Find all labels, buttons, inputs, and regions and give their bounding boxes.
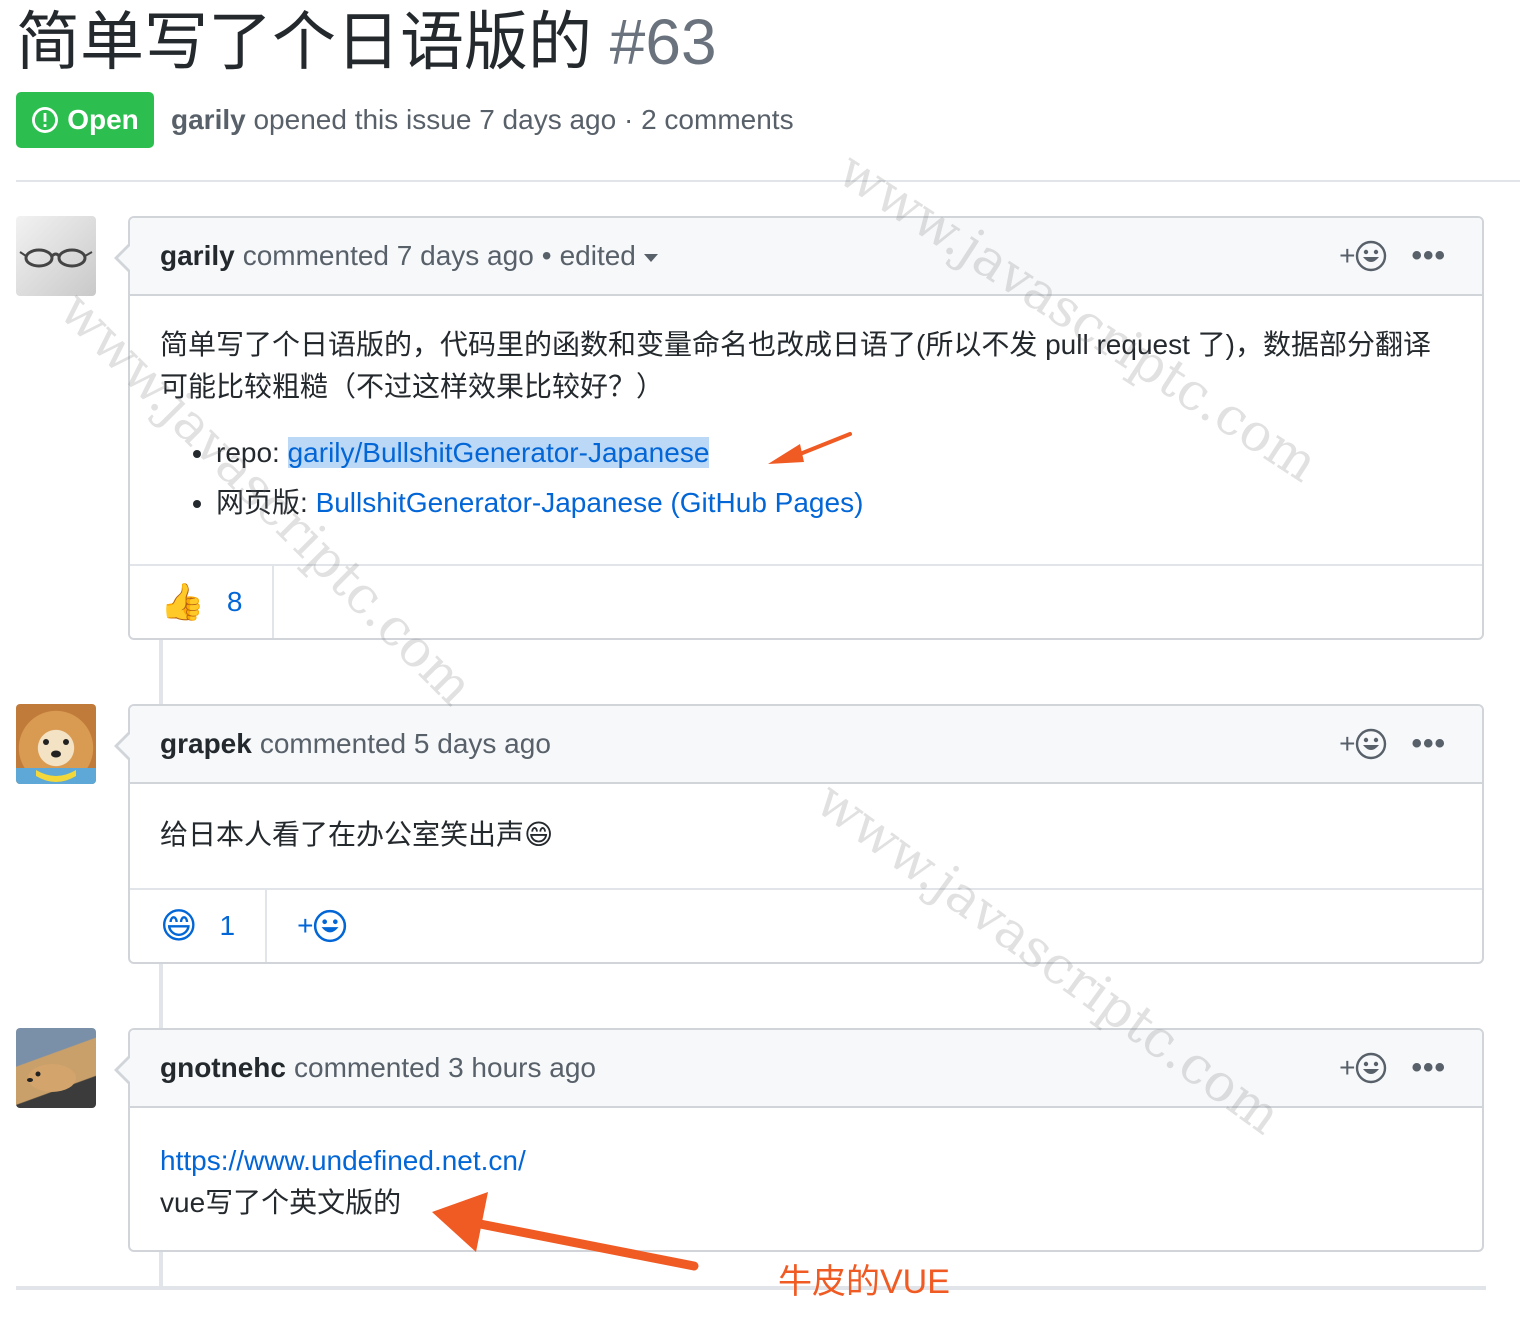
annotation-arrow [768, 432, 852, 464]
annotation-label: 牛皮的VUE [778, 1263, 950, 1301]
annotation-arrow [432, 1192, 699, 1271]
annotation-layer [432, 432, 852, 1271]
